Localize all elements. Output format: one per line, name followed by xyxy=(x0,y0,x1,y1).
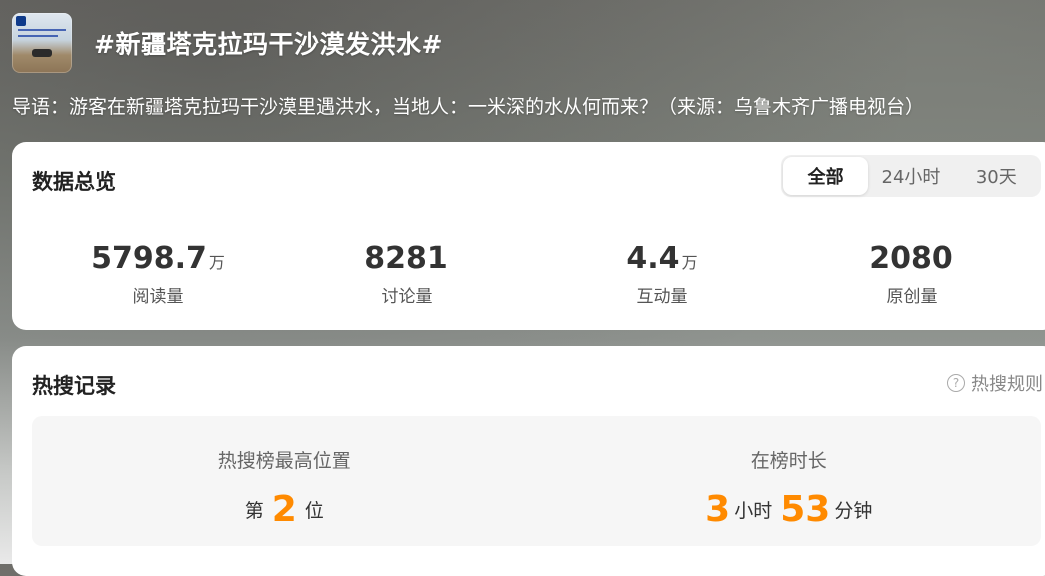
topic-title: #新疆塔克拉玛干沙漠发洪水# xyxy=(94,30,443,59)
stat-unit: 万 xyxy=(681,253,698,272)
hot-search-rules-link[interactable]: ? 热搜规则 xyxy=(947,370,1043,396)
stat-label: 原创量 xyxy=(886,287,938,307)
thumbnail-logo-icon xyxy=(16,16,26,26)
record-summary: 热搜榜最高位置 第2位 在榜时长 3 小时 53 分钟 xyxy=(32,416,1041,546)
peak-label: 热搜榜最高位置 xyxy=(217,450,351,472)
tab-24h[interactable]: 24小时 xyxy=(868,157,953,195)
tab-all[interactable]: 全部 xyxy=(783,157,869,195)
peak-value: 2 xyxy=(271,489,297,530)
stat-value: 8281 xyxy=(364,241,448,276)
stat-value: 5798.7 xyxy=(91,241,207,276)
topic-thumbnail[interactable] xyxy=(12,13,72,73)
peak-suffix: 位 xyxy=(304,500,324,522)
hot-search-record-card: 热搜记录 ? 热搜规则 热搜榜最高位置 第2位 在榜时长 3 小时 53 分钟 xyxy=(12,346,1045,576)
stat-reads: 5798.7 万 阅读量 xyxy=(48,241,268,308)
stats-row: 5798.7 万 阅读量 8281 讨论量 4.4 万 互动量 2080 原创量 xyxy=(12,242,1045,312)
overview-title: 数据总览 xyxy=(32,170,116,194)
stat-interactions: 4.4 万 互动量 xyxy=(552,241,772,308)
on-list-duration: 在榜时长 3 小时 53 分钟 xyxy=(537,416,1042,546)
stat-value: 4.4 xyxy=(626,241,680,276)
stat-label: 互动量 xyxy=(636,287,688,307)
stat-value: 2080 xyxy=(869,241,953,276)
data-overview-card: 数据总览 全部 24小时 30天 5798.7 万 阅读量 8281 讨论量 4.… xyxy=(12,142,1045,330)
stat-label: 讨论量 xyxy=(381,287,433,307)
duration-label: 在榜时长 xyxy=(750,450,827,472)
hours-unit: 小时 xyxy=(734,500,773,522)
peak-prefix: 第 xyxy=(244,500,264,522)
stat-originals: 2080 原创量 xyxy=(802,241,1022,308)
peak-position: 热搜榜最高位置 第2位 xyxy=(32,416,537,546)
records-title: 热搜记录 xyxy=(32,374,116,398)
question-icon: ? xyxy=(947,374,965,392)
rules-label: 热搜规则 xyxy=(971,374,1043,395)
car-icon xyxy=(32,49,52,57)
topic-header: #新疆塔克拉玛干沙漠发洪水# xyxy=(12,12,443,74)
minutes-unit: 分钟 xyxy=(834,500,873,522)
stat-unit: 万 xyxy=(208,253,225,272)
stat-discussions: 8281 讨论量 xyxy=(297,241,517,308)
topic-guide: 导语：游客在新疆塔克拉玛干沙漠里遇洪水，当地人：一米深的水从何而来？（来源：乌鲁… xyxy=(12,96,925,118)
minutes-value: 53 xyxy=(780,489,831,530)
tab-30d[interactable]: 30天 xyxy=(954,157,1039,195)
time-range-tabs: 全部 24小时 30天 xyxy=(781,155,1041,197)
stat-label: 阅读量 xyxy=(132,287,184,307)
hours-value: 3 xyxy=(705,489,731,530)
